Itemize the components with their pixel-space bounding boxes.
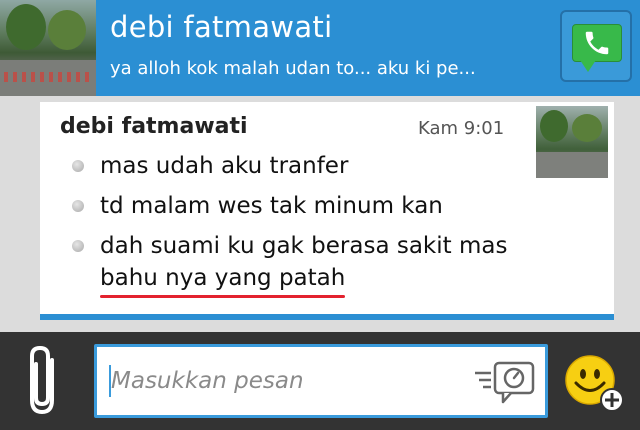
message-line: mas udah aku tranfer [68, 150, 538, 182]
message-line: td malam wes tak minum kan [68, 190, 538, 222]
plus-icon [600, 388, 624, 412]
underlined-text: bahu nya yang patah [100, 262, 346, 298]
composer-bar [0, 332, 640, 430]
call-button[interactable] [560, 10, 632, 82]
contact-name[interactable]: debi fatmawati [110, 10, 332, 44]
message-sender: debi fatmawati [60, 114, 248, 139]
red-underline [100, 295, 346, 298]
bullet-dot [72, 240, 84, 252]
message-input[interactable] [111, 359, 451, 403]
message-line: dah suami ku gak berasa sakit mas bahu n… [68, 230, 538, 298]
emoji-button[interactable] [564, 352, 626, 414]
message-input-container[interactable] [94, 344, 548, 418]
bullet-dot [72, 200, 84, 212]
bullet-dot [72, 160, 84, 172]
contact-avatar[interactable] [0, 0, 96, 96]
sender-avatar-thumbnail[interactable] [536, 106, 608, 178]
paperclip-icon [30, 345, 54, 415]
phone-call-icon [585, 31, 609, 55]
chat-header: debi fatmawati ya alloh kok malah udan t… [0, 0, 640, 96]
last-message-preview: ya alloh kok malah udan to... aku ki pe.… [110, 58, 476, 79]
message-timestamp: Kam 9:01 [418, 118, 505, 139]
attach-button[interactable] [18, 342, 70, 422]
message-bubble[interactable]: debi fatmawati Kam 9:01 mas udah aku tra… [40, 102, 614, 320]
emoji-icon [565, 355, 624, 412]
message-lines: mas udah aku tranfer td malam wes tak mi… [68, 150, 538, 298]
voice-note-icon[interactable] [469, 359, 539, 405]
